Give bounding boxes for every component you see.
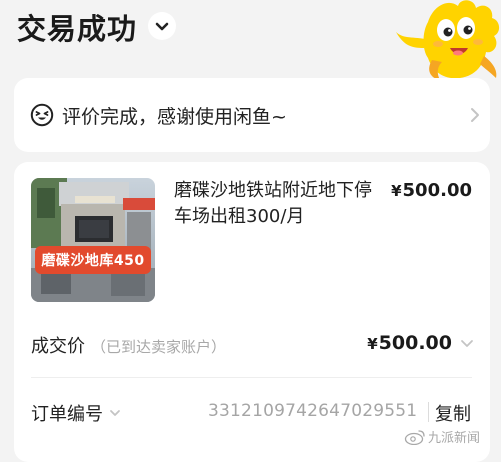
product-price: ¥500.00 (391, 180, 472, 201)
title-chevron-button[interactable] (148, 12, 176, 40)
deal-price-label: 成交价 （已到达卖家账户） (31, 332, 226, 358)
chevron-down-icon[interactable] (460, 339, 474, 349)
header: 交易成功 (0, 0, 501, 80)
deal-note: （已到达卖家账户） (91, 338, 227, 356)
watermark-text: 九派新闻 (428, 431, 481, 446)
order-card: 磨碟沙地库450 磨碟沙地铁站附近地下停车场出租300/月 ¥500.00 成交… (14, 162, 490, 462)
chevron-down-icon (155, 22, 169, 31)
order-number-label[interactable]: 订单编号 (31, 400, 121, 426)
weibo-icon (404, 430, 425, 445)
order-label-text: 订单编号 (31, 404, 103, 425)
laughing-face-icon (30, 103, 54, 127)
chevron-right-icon (471, 108, 479, 122)
parking-photo (31, 178, 155, 302)
order-number-value: 3312109742647029551 (208, 401, 418, 421)
review-status-text: 评价完成，感谢使用闲鱼~ (62, 106, 287, 128)
watermark: 九派新闻 (404, 427, 480, 446)
review-card[interactable]: 评价完成，感谢使用闲鱼~ (14, 78, 490, 152)
product-title[interactable]: 磨碟沙地铁站附近地下停车场出租300/月 (174, 178, 379, 230)
currency-symbol: ¥ (391, 182, 402, 200)
divider (31, 377, 472, 378)
divider (428, 402, 429, 422)
chevron-down-icon (110, 410, 120, 416)
currency-symbol: ¥ (367, 335, 378, 353)
product-price-value: 500.00 (402, 180, 472, 201)
product-image-label: 磨碟沙地库450 (41, 253, 145, 269)
copy-button[interactable]: 复制 (435, 400, 471, 426)
deal-price-amount: 500.00 (378, 332, 452, 354)
page-title: 交易成功 (17, 12, 138, 46)
deal-price-value: ¥500.00 (367, 332, 452, 354)
product-image[interactable]: 磨碟沙地库450 (31, 178, 155, 302)
deal-label-text: 成交价 (31, 336, 85, 357)
mascot-fish-icon (396, 0, 500, 80)
